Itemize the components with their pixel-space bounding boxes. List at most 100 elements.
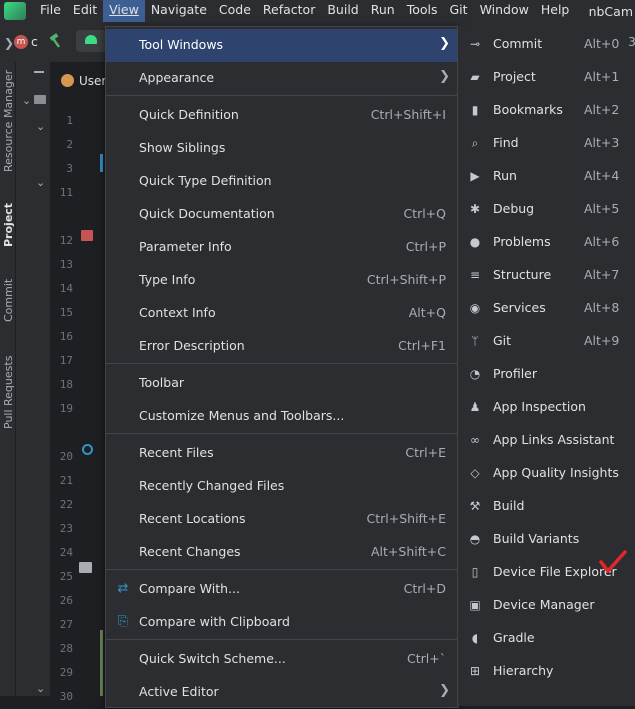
tool-window-debug[interactable]: ✱ Debug Alt+5 bbox=[458, 193, 635, 226]
tool-window-label: Find bbox=[493, 135, 519, 150]
menu-item-recent-changes[interactable]: Recent Changes Alt+Shift+C bbox=[106, 536, 458, 569]
line-number: 29 bbox=[59, 666, 73, 679]
menu-window[interactable]: Window bbox=[474, 0, 535, 22]
menu-help[interactable]: Help bbox=[535, 0, 576, 22]
menu-item-tool-windows[interactable]: Tool Windows ❯ bbox=[106, 29, 458, 62]
menu-item-appearance[interactable]: Appearance ❯ bbox=[106, 62, 458, 95]
tool-window-label: Gradle bbox=[493, 630, 535, 645]
line-number: 21 bbox=[59, 474, 73, 487]
menu-code[interactable]: Code bbox=[213, 0, 257, 22]
menu-item-customize-menus[interactable]: Customize Menus and Toolbars... bbox=[106, 400, 458, 433]
menu-view[interactable]: View bbox=[103, 0, 145, 22]
override-marker-icon[interactable] bbox=[82, 444, 93, 455]
project-selector[interactable]: c bbox=[31, 34, 38, 49]
hammer-icon[interactable] bbox=[48, 33, 64, 49]
menu-item-label: Appearance bbox=[139, 70, 215, 85]
menu-refactor[interactable]: Refactor bbox=[257, 0, 321, 22]
tool-window-structure[interactable]: ≡ Structure Alt+7 bbox=[458, 259, 635, 292]
tab-commit-label: Commit bbox=[2, 278, 15, 322]
line-number: 24 bbox=[59, 546, 73, 559]
gutter-marker-icon[interactable] bbox=[81, 230, 93, 241]
tool-window-device-manager[interactable]: ▣ Device Manager bbox=[458, 589, 635, 622]
tool-window-run[interactable]: ▶ Run Alt+4 bbox=[458, 160, 635, 193]
commit-icon: ⊸ bbox=[469, 37, 481, 51]
tab-project-label: Project bbox=[2, 202, 15, 247]
chevron-down-icon[interactable]: ❯ bbox=[4, 36, 14, 50]
minimize-icon[interactable] bbox=[34, 71, 44, 73]
menu-item-context-info[interactable]: Context Info Alt+Q bbox=[106, 297, 458, 330]
tool-window-label: Project bbox=[493, 69, 536, 84]
chevron-down-icon[interactable]: ⌄ bbox=[36, 682, 45, 695]
tool-window-services[interactable]: ◉ Services Alt+8 bbox=[458, 292, 635, 325]
menu-item-toolbar[interactable]: Toolbar bbox=[106, 367, 458, 400]
menu-navigate[interactable]: Navigate bbox=[145, 0, 213, 22]
menu-item-label: Tool Windows bbox=[139, 37, 224, 52]
tool-window-project[interactable]: ▰ Project Alt+1 bbox=[458, 61, 635, 94]
tool-window-label: App Links Assistant bbox=[493, 432, 615, 447]
kotlin-file-icon bbox=[61, 74, 74, 87]
gauge-icon: ◔ bbox=[469, 367, 481, 381]
chevron-down-icon[interactable]: ⌄ bbox=[36, 120, 45, 133]
tool-window-label: Run bbox=[493, 168, 517, 183]
tool-window-label: Build bbox=[493, 498, 525, 513]
tool-window-commit[interactable]: ⊸ Commit Alt+0 bbox=[458, 28, 635, 61]
tool-window-label: Services bbox=[493, 300, 546, 315]
menu-item-label: Recent Locations bbox=[139, 511, 246, 526]
tool-window-gradle[interactable]: ◖ Gradle bbox=[458, 622, 635, 655]
menu-item-label: Parameter Info bbox=[139, 239, 232, 254]
inspection-icon: ♟ bbox=[469, 400, 481, 414]
tool-window-shortcut: Alt+3 bbox=[584, 135, 620, 150]
tool-window-find[interactable]: ⌕ Find Alt+3 bbox=[458, 127, 635, 160]
menu-build[interactable]: Build bbox=[321, 0, 364, 22]
menu-item-type-info[interactable]: Type Info Ctrl+Shift+P bbox=[106, 264, 458, 297]
chevron-down-icon[interactable]: ⌄ bbox=[36, 176, 45, 189]
menu-item-shortcut: Alt+Q bbox=[408, 305, 446, 320]
line-number: 14 bbox=[59, 282, 73, 295]
chevron-down-icon[interactable]: ⌄ bbox=[22, 94, 31, 107]
menu-item-quick-type-definition[interactable]: Quick Type Definition bbox=[106, 165, 458, 198]
menu-run[interactable]: Run bbox=[365, 0, 401, 22]
menu-item-quick-switch-scheme[interactable]: Quick Switch Scheme... Ctrl+` bbox=[106, 643, 458, 676]
tool-window-problems[interactable]: ● Problems Alt+6 bbox=[458, 226, 635, 259]
editor-tab[interactable]: User bbox=[59, 70, 111, 92]
menu-item-parameter-info[interactable]: Parameter Info Ctrl+P bbox=[106, 231, 458, 264]
menu-item-error-description[interactable]: Error Description Ctrl+F1 bbox=[106, 330, 458, 363]
menu-git[interactable]: Git bbox=[444, 0, 474, 22]
tool-window-build[interactable]: ⚒ Build bbox=[458, 490, 635, 523]
problems-icon: ● bbox=[469, 235, 481, 249]
tool-window-shortcut: Alt+4 bbox=[584, 168, 620, 183]
menu-item-compare-with[interactable]: ⇄ Compare With... Ctrl+D bbox=[106, 573, 458, 606]
tool-window-hierarchy[interactable]: ⊞ Hierarchy bbox=[458, 655, 635, 688]
menu-item-quick-documentation[interactable]: Quick Documentation Ctrl+Q bbox=[106, 198, 458, 231]
line-number: 11 bbox=[59, 186, 73, 199]
tool-window-app-inspection[interactable]: ♟ App Inspection bbox=[458, 391, 635, 424]
menu-item-label: Customize Menus and Toolbars... bbox=[139, 408, 345, 423]
tool-window-bookmarks[interactable]: ▮ Bookmarks Alt+2 bbox=[458, 94, 635, 127]
tool-window-app-links-assistant[interactable]: ∞ App Links Assistant bbox=[458, 424, 635, 457]
run-configuration-selector[interactable] bbox=[76, 30, 106, 52]
menu-item-active-editor[interactable]: Active Editor ❯ bbox=[106, 676, 458, 709]
menu-item-shortcut: Ctrl+Q bbox=[403, 206, 446, 221]
menu-item-recently-changed-files[interactable]: Recently Changed Files bbox=[106, 470, 458, 503]
tool-window-git[interactable]: ᛘ Git Alt+9 bbox=[458, 325, 635, 358]
menu-item-quick-definition[interactable]: Quick Definition Ctrl+Shift+I bbox=[106, 99, 458, 132]
menu-item-label: Compare with Clipboard bbox=[139, 614, 290, 629]
tool-window-profiler[interactable]: ◔ Profiler bbox=[458, 358, 635, 391]
image-icon[interactable] bbox=[79, 562, 92, 573]
tab-resource-manager-label: Resource Manager bbox=[2, 69, 15, 172]
bug-icon: ✱ bbox=[469, 202, 481, 216]
menu-edit[interactable]: Edit bbox=[67, 0, 103, 22]
project-badge[interactable]: m bbox=[14, 35, 28, 49]
menu-item-recent-locations[interactable]: Recent Locations Ctrl+Shift+E bbox=[106, 503, 458, 536]
line-number: 27 bbox=[59, 618, 73, 631]
menu-item-show-siblings[interactable]: Show Siblings bbox=[106, 132, 458, 165]
code-editor[interactable]: User 1 2 3 11 12 13 14 15 16 17 18 19 20 21 22 23 24 25 26… bbox=[51, 62, 111, 703]
menu-separator bbox=[106, 95, 458, 96]
line-number: 16 bbox=[59, 330, 73, 343]
tool-window-app-quality-insights[interactable]: ◇ App Quality Insights bbox=[458, 457, 635, 490]
menu-tools[interactable]: Tools bbox=[401, 0, 444, 22]
menu-file[interactable]: File bbox=[34, 0, 67, 22]
menu-item-compare-with-clipboard[interactable]: ⎘ Compare with Clipboard bbox=[106, 606, 458, 639]
menu-item-recent-files[interactable]: Recent Files Ctrl+E bbox=[106, 437, 458, 470]
git-branch-icon: ᛘ bbox=[471, 334, 479, 348]
